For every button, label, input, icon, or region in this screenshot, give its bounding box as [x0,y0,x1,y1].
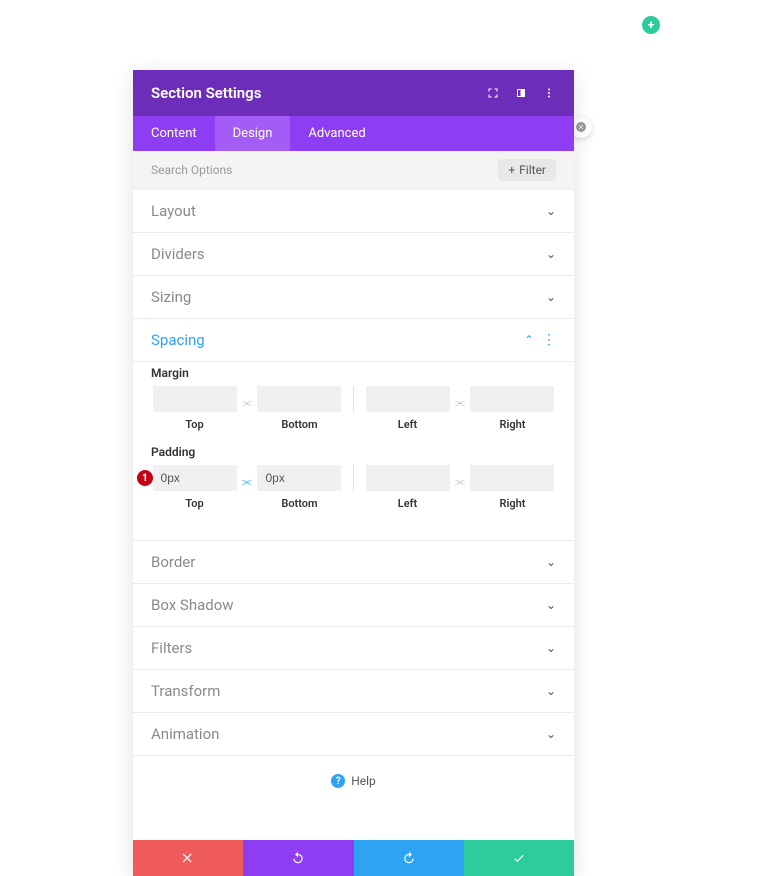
padding-bottom-input[interactable] [257,465,341,491]
spacing-panel: Margin Top ⫘ Bottom Left ⫘ [133,362,574,541]
redo-button[interactable] [354,840,464,876]
link-icon[interactable]: ⫘ [455,469,465,489]
link-icon[interactable]: ⫘ [242,390,252,410]
section-animation[interactable]: Animation ⌄ [133,713,574,756]
section-transform[interactable]: Transform ⌄ [133,670,574,713]
tab-advanced[interactable]: Advanced [290,116,383,151]
padding-top-input[interactable] [153,465,237,491]
confirm-button[interactable] [464,840,574,876]
chevron-down-icon: ⌄ [546,684,556,698]
section-filters[interactable]: Filters ⌄ [133,627,574,670]
section-spacing[interactable]: Spacing ⌃ ⋮ [133,319,574,362]
chevron-down-icon: ⌄ [546,727,556,741]
link-icon[interactable]: ⫘ [455,390,465,410]
filter-button[interactable]: + Filter [498,159,556,181]
kebab-icon[interactable]: ⋮ [542,332,556,348]
chevron-down-icon: ⌄ [546,290,556,304]
divider [353,386,354,412]
search-input[interactable]: Search Options [151,163,232,177]
filter-label: Filter [519,163,546,177]
help-row[interactable]: ? Help [133,756,574,812]
chevron-down-icon: ⌄ [546,204,556,218]
expand-icon[interactable] [486,86,500,100]
margin-bottom-input[interactable] [257,386,341,412]
margin-row: Top ⫘ Bottom Left ⫘ Right [151,386,556,431]
modal-title: Section Settings [151,84,261,102]
tab-bar: Content Design Advanced [133,116,574,151]
section-sizing[interactable]: Sizing ⌄ [133,276,574,319]
undo-button[interactable] [243,840,353,876]
help-icon: ? [331,774,345,788]
padding-row: 1 Top ⫘ Bottom Left ⫘ [151,465,556,510]
section-dividers[interactable]: Dividers ⌄ [133,233,574,276]
chevron-up-icon: ⌃ [524,333,534,347]
plus-icon: + [508,163,515,177]
search-row: Search Options + Filter [133,151,574,190]
margin-right-input[interactable] [470,386,554,412]
modal-header: Section Settings [133,70,574,116]
chevron-down-icon: ⌄ [546,555,556,569]
callout-badge: 1 [137,470,153,486]
section-boxshadow[interactable]: Box Shadow ⌄ [133,584,574,627]
margin-label: Margin [151,366,556,380]
cancel-button[interactable] [133,840,243,876]
section-border[interactable]: Border ⌄ [133,541,574,584]
link-icon[interactable]: ⫘ [242,469,252,489]
margin-top-input[interactable] [153,386,237,412]
chevron-down-icon: ⌄ [546,641,556,655]
chevron-down-icon: ⌄ [546,598,556,612]
modal-footer [133,840,574,876]
padding-right-input[interactable] [470,465,554,491]
kebab-icon[interactable] [542,86,556,100]
help-label: Help [351,774,376,788]
header-actions [486,86,556,100]
add-section-fab[interactable]: + [642,16,660,34]
divider [353,465,354,491]
padding-left-input[interactable] [366,465,450,491]
section-layout[interactable]: Layout ⌄ [133,190,574,233]
padding-label: Padding [151,445,556,459]
margin-left-input[interactable] [366,386,450,412]
section-settings-modal: Section Settings Content Design Advanced… [133,70,574,876]
chevron-down-icon: ⌄ [546,247,556,261]
tab-design[interactable]: Design [215,116,291,151]
snap-icon[interactable] [514,86,528,100]
tab-content[interactable]: Content [133,116,215,151]
